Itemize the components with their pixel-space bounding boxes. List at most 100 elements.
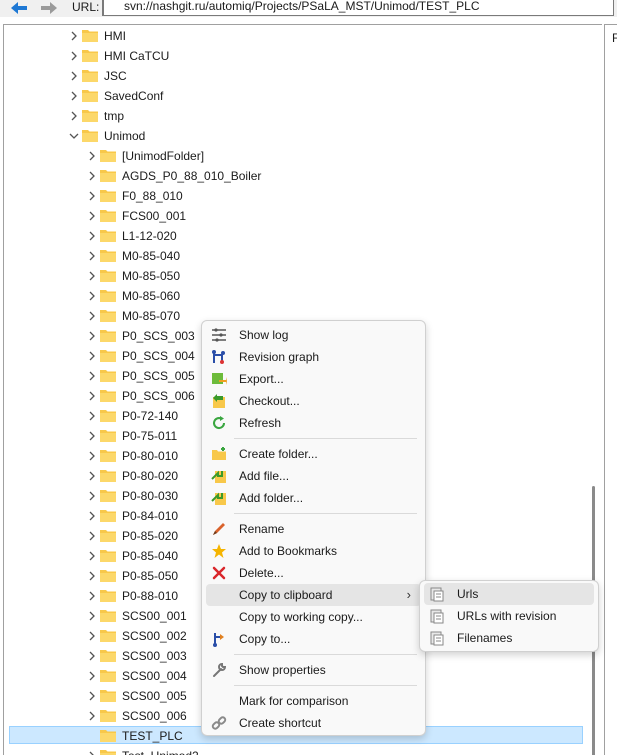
- chevron-right-icon[interactable]: [86, 590, 98, 602]
- tree-item-label: P0_SCS_004: [122, 349, 195, 363]
- menu-add-to-bookmarks[interactable]: Add to Bookmarks: [206, 540, 421, 562]
- file-list-panel[interactable]: F: [604, 24, 617, 755]
- folder-icon: [100, 269, 116, 282]
- chevron-right-icon[interactable]: [86, 270, 98, 282]
- chevron-right-icon[interactable]: [86, 530, 98, 542]
- tree-item-label: Test_Unimod2: [122, 749, 199, 755]
- chevron-right-icon[interactable]: [86, 250, 98, 262]
- chevron-right-icon[interactable]: [86, 310, 98, 322]
- menu-copy-to-clipboard[interactable]: Copy to clipboard ›: [206, 584, 421, 606]
- chevron-right-icon[interactable]: [86, 230, 98, 242]
- chevron-right-icon[interactable]: [86, 750, 98, 755]
- folder-icon: [100, 209, 116, 222]
- folder-icon: [100, 609, 116, 622]
- menu-label: Rename: [239, 522, 285, 536]
- submenu-urls[interactable]: Urls: [424, 583, 594, 605]
- folder-icon: [100, 329, 116, 342]
- tree-item[interactable]: HMI CaTCU: [4, 46, 594, 66]
- chevron-right-icon[interactable]: [68, 30, 80, 42]
- chevron-right-icon[interactable]: [68, 50, 80, 62]
- tree-item[interactable]: F0_88_010: [4, 186, 594, 206]
- chevron-right-icon[interactable]: [86, 550, 98, 562]
- chevron-right-icon[interactable]: [86, 170, 98, 182]
- menu-separator: [234, 438, 417, 439]
- menu-rename[interactable]: Rename: [206, 518, 421, 540]
- tree-item[interactable]: tmp: [4, 106, 594, 126]
- back-button[interactable]: [10, 1, 28, 15]
- tree-item-label: JSC: [104, 69, 127, 83]
- chevron-right-icon[interactable]: [86, 330, 98, 342]
- tree-item[interactable]: Unimod: [4, 126, 594, 146]
- chevron-right-icon[interactable]: [86, 470, 98, 482]
- chevron-right-icon[interactable]: [86, 510, 98, 522]
- chevron-right-icon[interactable]: [86, 610, 98, 622]
- menu-create-folder[interactable]: Create folder...: [206, 443, 421, 465]
- menu-create-shortcut[interactable]: Create shortcut: [206, 712, 421, 734]
- tree-item-label: M0-85-050: [122, 269, 181, 283]
- rename-icon: [213, 523, 225, 535]
- chevron-right-icon[interactable]: [86, 690, 98, 702]
- chevron-right-icon[interactable]: [86, 350, 98, 362]
- add-file-icon: [211, 470, 226, 483]
- folder-icon: [100, 649, 116, 662]
- menu-export[interactable]: Export...: [206, 368, 421, 390]
- folder-icon: [100, 189, 116, 202]
- menu-copy-to[interactable]: Copy to...: [206, 628, 421, 650]
- menu-add-file[interactable]: Add file...: [206, 465, 421, 487]
- tree-item[interactable]: M0-85-050: [4, 266, 594, 286]
- chevron-right-icon[interactable]: [86, 190, 98, 202]
- tree-item[interactable]: AGDS_P0_88_010_Boiler: [4, 166, 594, 186]
- menu-delete[interactable]: Delete...: [206, 562, 421, 584]
- chevron-right-icon[interactable]: [86, 710, 98, 722]
- menu-refresh[interactable]: Refresh: [206, 412, 421, 434]
- chevron-right-icon[interactable]: [86, 410, 98, 422]
- chevron-right-icon[interactable]: [86, 210, 98, 222]
- menu-mark-for-comparison[interactable]: Mark for comparison: [206, 690, 421, 712]
- chevron-right-icon[interactable]: [86, 430, 98, 442]
- menu-copy-to-working-copy[interactable]: Copy to working copy...: [206, 606, 421, 628]
- submenu-urls-with-revision[interactable]: URLs with revision: [424, 605, 594, 627]
- forward-button[interactable]: [40, 1, 58, 15]
- folder-icon: [100, 749, 116, 755]
- menu-show-properties[interactable]: Show properties: [206, 659, 421, 681]
- tree-item[interactable]: JSC: [4, 66, 594, 86]
- menu-checkout[interactable]: Checkout...: [206, 390, 421, 412]
- menu-show-log[interactable]: Show log: [206, 324, 421, 346]
- tree-item[interactable]: M0-85-060: [4, 286, 594, 306]
- chevron-right-icon[interactable]: [86, 490, 98, 502]
- chevron-right-icon[interactable]: [68, 90, 80, 102]
- chevron-right-icon[interactable]: [86, 370, 98, 382]
- tree-item-label: SCS00_003: [122, 649, 187, 663]
- menu-revision-graph[interactable]: Revision graph: [206, 346, 421, 368]
- chevron-right-icon[interactable]: [86, 290, 98, 302]
- chevron-right-icon[interactable]: [68, 70, 80, 82]
- tree-item[interactable]: [UnimodFolder]: [4, 146, 594, 166]
- tree-item[interactable]: FCS00_001: [4, 206, 594, 226]
- chevron-down-icon[interactable]: [68, 130, 80, 142]
- tree-item-label: M0-85-040: [122, 249, 181, 263]
- checkout-icon: [213, 394, 225, 408]
- tree-item[interactable]: HMI: [4, 26, 594, 46]
- tree-item-label: P0_SCS_003: [122, 329, 195, 343]
- chevron-right-icon[interactable]: [86, 650, 98, 662]
- menu-add-folder[interactable]: Add folder...: [206, 487, 421, 509]
- folder-icon: [82, 89, 98, 102]
- chevron-right-icon[interactable]: [86, 450, 98, 462]
- submenu-filenames[interactable]: Filenames: [424, 627, 594, 649]
- url-input[interactable]: svn://nashgit.ru/automiq/Projects/PSaLA_…: [102, 0, 614, 16]
- menu-label: Revision graph: [239, 350, 320, 364]
- tree-item-label: [UnimodFolder]: [122, 149, 205, 163]
- chevron-right-icon[interactable]: [86, 670, 98, 682]
- chevron-right-icon[interactable]: [86, 390, 98, 402]
- chevron-right-icon[interactable]: [86, 570, 98, 582]
- tree-item-label: P0_SCS_006: [122, 389, 195, 403]
- tree-item-label: HMI CaTCU: [104, 49, 170, 63]
- tree-item-label: L1-12-020: [122, 229, 177, 243]
- tree-item[interactable]: M0-85-040: [4, 246, 594, 266]
- url-label: URL:: [72, 0, 100, 14]
- tree-item[interactable]: SavedConf: [4, 86, 594, 106]
- chevron-right-icon[interactable]: [86, 150, 98, 162]
- tree-item[interactable]: L1-12-020: [4, 226, 594, 246]
- chevron-right-icon[interactable]: [68, 110, 80, 122]
- chevron-right-icon[interactable]: [86, 630, 98, 642]
